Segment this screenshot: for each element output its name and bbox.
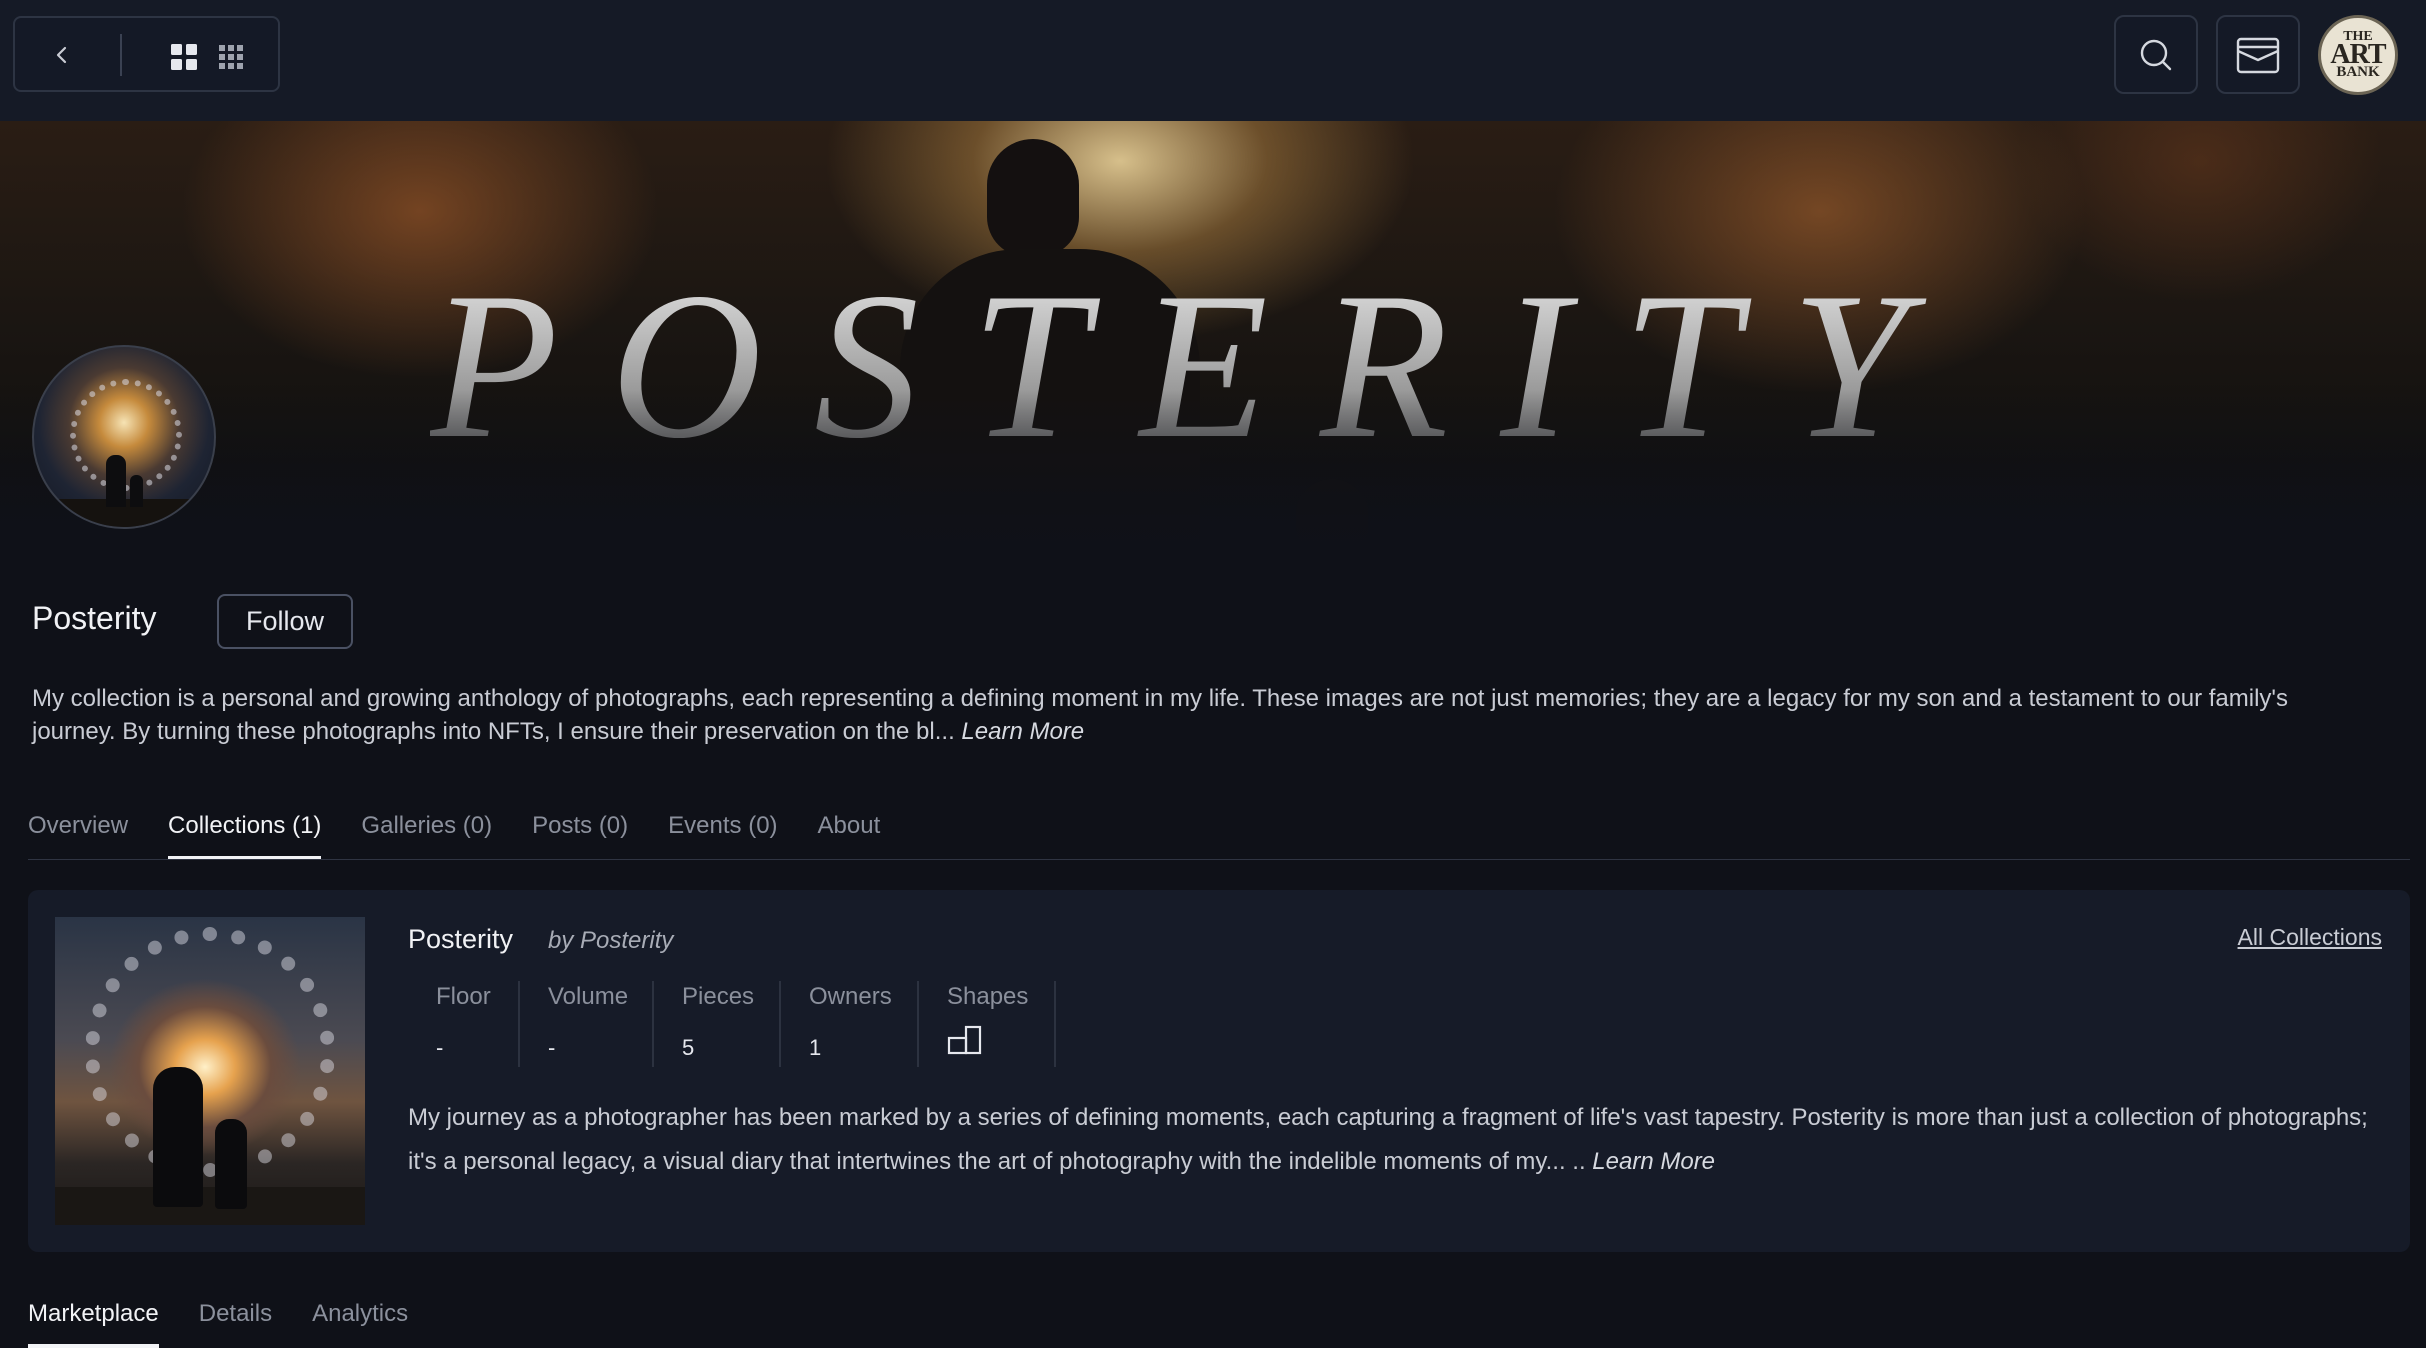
stat-floor-value: - xyxy=(436,1035,444,1060)
stat-shapes-label: Shapes xyxy=(947,983,1029,1010)
nav-divider xyxy=(120,34,122,76)
collection-learn-more-link[interactable]: Learn More xyxy=(1592,1148,1715,1175)
stat-owners: Owners 1 xyxy=(781,981,919,1067)
follow-button[interactable]: Follow xyxy=(217,594,353,649)
tab-details[interactable]: Details xyxy=(199,1296,272,1348)
stat-volume-label: Volume xyxy=(548,983,629,1010)
wallet-button[interactable] xyxy=(2216,15,2300,94)
avatar-figure-adult xyxy=(106,455,126,507)
profile-learn-more-link[interactable]: Learn More xyxy=(961,718,1084,745)
tab-events[interactable]: Events (0) xyxy=(668,808,777,860)
thumbnail-ground xyxy=(55,1187,365,1225)
grid-small-button[interactable] xyxy=(213,39,249,75)
tab-analytics[interactable]: Analytics xyxy=(312,1296,408,1348)
stat-owners-value: 1 xyxy=(809,1035,822,1060)
tab-collections[interactable]: Collections (1) xyxy=(168,808,322,860)
tab-overview[interactable]: Overview xyxy=(28,808,128,860)
collection-card: Posterity by Posterity All Collections F… xyxy=(28,890,2410,1252)
collection-description: My journey as a photographer has been ma… xyxy=(408,1096,2368,1184)
logo-line-2: ART xyxy=(2330,38,2386,70)
back-button[interactable] xyxy=(45,38,79,72)
stat-volume-value: - xyxy=(548,1035,556,1060)
stat-pieces: Pieces 5 xyxy=(654,981,781,1067)
collection-tabs: Marketplace Details Analytics xyxy=(28,1296,408,1348)
profile-name: Posterity xyxy=(32,600,157,636)
tab-about[interactable]: About xyxy=(818,808,881,860)
stat-pieces-label: Pieces xyxy=(682,983,755,1010)
thumbnail-figure-child xyxy=(215,1119,247,1209)
collection-stats: Floor - Volume - Pieces 5 Owners 1 Shape… xyxy=(408,981,1056,1067)
grid-large-icon xyxy=(171,44,197,70)
stat-volume: Volume - xyxy=(520,981,654,1067)
collection-title[interactable]: Posterity xyxy=(408,924,513,955)
chevron-left-icon xyxy=(56,46,67,64)
avatar-figure-child xyxy=(130,475,143,507)
banner-silhouette-head xyxy=(987,139,1079,257)
profile-banner: POSTERITY xyxy=(0,121,2426,560)
banner-fade xyxy=(0,390,2426,560)
tab-marketplace[interactable]: Marketplace xyxy=(28,1296,159,1348)
profile-description: My collection is a personal and growing … xyxy=(32,682,2372,748)
stat-floor-label: Floor xyxy=(436,983,491,1010)
all-collections-link[interactable]: All Collections xyxy=(2238,924,2382,951)
stat-shapes-value[interactable] xyxy=(947,1025,1026,1067)
tab-galleries[interactable]: Galleries (0) xyxy=(361,808,492,860)
profile-description-text: My collection is a personal and growing … xyxy=(32,685,2288,745)
wallet-icon xyxy=(2236,37,2280,73)
top-bar: THE ART BANK xyxy=(0,0,2426,121)
grid-large-button[interactable] xyxy=(166,39,202,75)
collection-creator[interactable]: by Posterity xyxy=(548,927,673,955)
tabs-divider xyxy=(28,859,2410,860)
tab-posts[interactable]: Posts (0) xyxy=(532,808,628,860)
thumbnail-ring xyxy=(85,927,335,1177)
collection-description-text: My journey as a photographer has been ma… xyxy=(408,1104,2368,1175)
search-icon xyxy=(2140,39,2172,70)
thumbnail-figure-adult xyxy=(153,1067,203,1207)
profile-avatar xyxy=(32,345,216,529)
stat-floor: Floor - xyxy=(408,981,520,1067)
avatar-ring xyxy=(70,379,182,491)
search-button[interactable] xyxy=(2114,15,2198,94)
stat-pieces-value: 5 xyxy=(682,1035,695,1060)
logo-line-3: BANK xyxy=(2336,64,2380,81)
shapes-icon xyxy=(947,1025,982,1055)
grid-small-icon xyxy=(219,45,243,69)
account-avatar[interactable]: THE ART BANK xyxy=(2318,15,2398,95)
stat-shapes: Shapes xyxy=(919,981,1056,1067)
view-nav-group xyxy=(13,16,280,92)
stat-owners-label: Owners xyxy=(809,983,892,1010)
collection-thumbnail[interactable] xyxy=(55,917,365,1225)
profile-tabs: Overview Collections (1) Galleries (0) P… xyxy=(28,808,880,860)
